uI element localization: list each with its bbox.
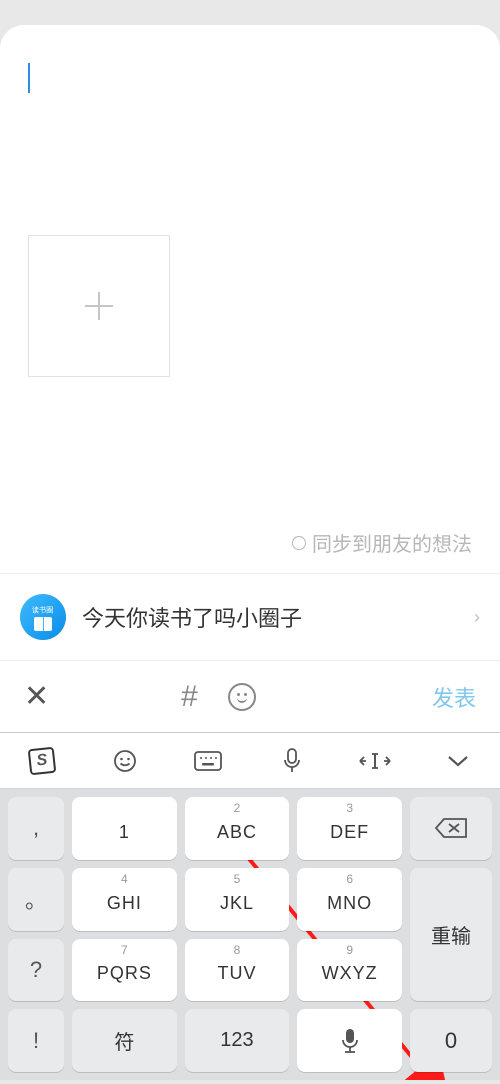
circle-selector[interactable]: 读书圈 今天你读书了吗小圈子 › — [0, 573, 500, 661]
circle-avatar-icon: 读书圈 — [20, 594, 66, 640]
key-1[interactable]: 1 — [72, 797, 177, 860]
key-2-abc[interactable]: 2ABC — [185, 797, 290, 860]
key-7-pqrs[interactable]: 7PQRS — [72, 939, 177, 1002]
mic-icon — [340, 1028, 360, 1054]
close-button[interactable]: ✕ — [24, 679, 49, 714]
key-zero[interactable]: 0 — [410, 1009, 492, 1072]
ime-logo-button[interactable]: S — [0, 748, 83, 774]
key-reinput[interactable]: 重输 — [410, 868, 492, 1002]
soft-keyboard: S , 1 2ABC 3DEF — [0, 732, 500, 1080]
key-3-def[interactable]: 3DEF — [297, 797, 402, 860]
publish-button[interactable]: 发表 — [432, 681, 476, 713]
key-exclaim[interactable]: ! — [8, 1009, 64, 1072]
emoji-button[interactable] — [228, 683, 256, 711]
chevron-right-icon: › — [474, 607, 480, 628]
key-space[interactable] — [297, 1009, 402, 1072]
key-5-jkl[interactable]: 5JKL — [185, 868, 290, 931]
key-9-wxyz[interactable]: 9WXYZ — [297, 939, 402, 1002]
kb-voice-button[interactable] — [250, 748, 333, 774]
add-photo-button[interactable] — [28, 235, 170, 377]
cursor-move-icon — [358, 751, 392, 771]
kb-emoji-button[interactable] — [83, 749, 166, 773]
sync-label: 同步到朋友的想法 — [312, 528, 472, 557]
key-8-tuv[interactable]: 8TUV — [185, 939, 290, 1002]
backspace-icon — [434, 817, 468, 839]
key-period[interactable]: 。 — [8, 868, 64, 931]
key-comma[interactable]: , — [8, 797, 64, 860]
key-backspace[interactable] — [410, 797, 492, 860]
kb-collapse-button[interactable] — [417, 754, 500, 768]
smile-icon — [113, 749, 137, 773]
keyboard-icon — [194, 751, 222, 771]
sync-to-moments-toggle[interactable]: 同步到朋友的想法 — [0, 528, 500, 573]
text-caret — [28, 63, 30, 93]
key-number-mode[interactable]: 123 — [185, 1009, 290, 1072]
kb-layout-button[interactable] — [167, 751, 250, 771]
plus-icon — [79, 286, 119, 326]
compose-textarea[interactable] — [0, 25, 500, 235]
key-4-ghi[interactable]: 4GHI — [72, 868, 177, 931]
key-question[interactable]: ? — [8, 939, 64, 1002]
key-6-mno[interactable]: 6MNO — [297, 868, 402, 931]
circle-name: 今天你读书了吗小圈子 — [82, 601, 474, 633]
hashtag-button[interactable]: # — [181, 680, 198, 714]
kb-cursor-button[interactable] — [333, 751, 416, 771]
mic-icon — [282, 748, 302, 774]
radio-unchecked-icon — [292, 536, 306, 550]
key-symbol[interactable]: 符 — [72, 1009, 177, 1072]
chevron-down-icon — [447, 754, 469, 768]
